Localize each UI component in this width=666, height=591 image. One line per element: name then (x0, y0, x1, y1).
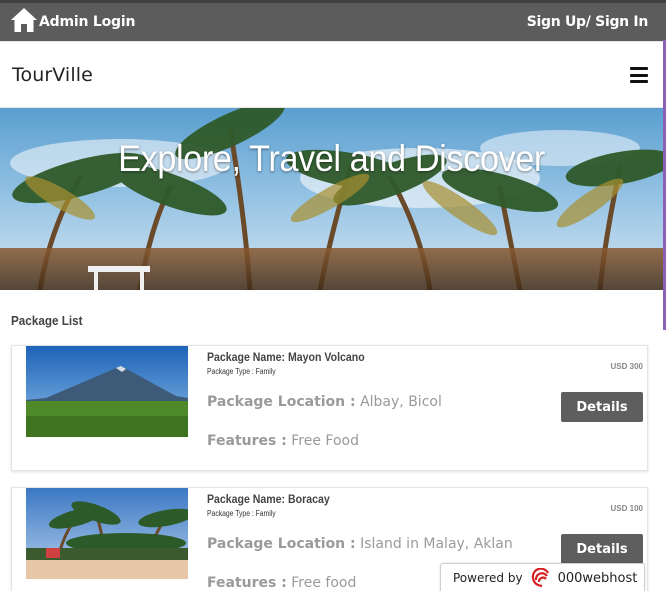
package-type: Package Type : Family (207, 367, 276, 376)
powered-by-badge[interactable]: Powered by 000webhost (440, 563, 645, 591)
home-icon (11, 8, 37, 32)
package-price: USD 100 (610, 504, 643, 513)
package-card: Package Name: Mayon Volcano Package Type… (11, 345, 648, 471)
hero-banner: Explore, Travel and Discover (0, 108, 663, 290)
details-button[interactable]: Details (561, 534, 643, 564)
package-image-mayon[interactable] (26, 346, 188, 437)
package-name: Package Name: Mayon Volcano (207, 350, 365, 364)
signup-signin-link[interactable]: Sign Up/ Sign In (527, 14, 649, 30)
brand-name[interactable]: TourVille (12, 64, 93, 86)
package-image-boracay[interactable] (26, 488, 188, 579)
powered-by-label: Powered by (453, 571, 523, 585)
package-list-title: Package List (11, 313, 83, 328)
package-location: Package Location : Island in Malay, Akla… (207, 536, 513, 552)
admin-login-label: Admin Login (39, 14, 136, 30)
hero-palm-image (0, 108, 663, 290)
package-features: Features : Free food (207, 575, 357, 591)
package-price: USD 300 (610, 362, 643, 371)
package-name: Package Name: Boracay (207, 492, 330, 506)
admin-login-link[interactable]: Admin Login (10, 7, 135, 33)
package-location: Package Location : Albay, Bicol (207, 394, 442, 410)
top-bar: Admin Login Sign Up/ Sign In (0, 0, 666, 41)
hamburger-menu-icon[interactable] (630, 67, 648, 83)
navbar: TourVille (0, 41, 666, 108)
details-button[interactable]: Details (561, 392, 643, 422)
webhost-name: 000webhost (557, 570, 638, 586)
package-type: Package Type : Family (207, 509, 276, 518)
package-features: Features : Free Food (207, 433, 359, 449)
hero-headline: Explore, Travel and Discover (118, 138, 545, 179)
webhost-logo-icon (531, 568, 549, 588)
